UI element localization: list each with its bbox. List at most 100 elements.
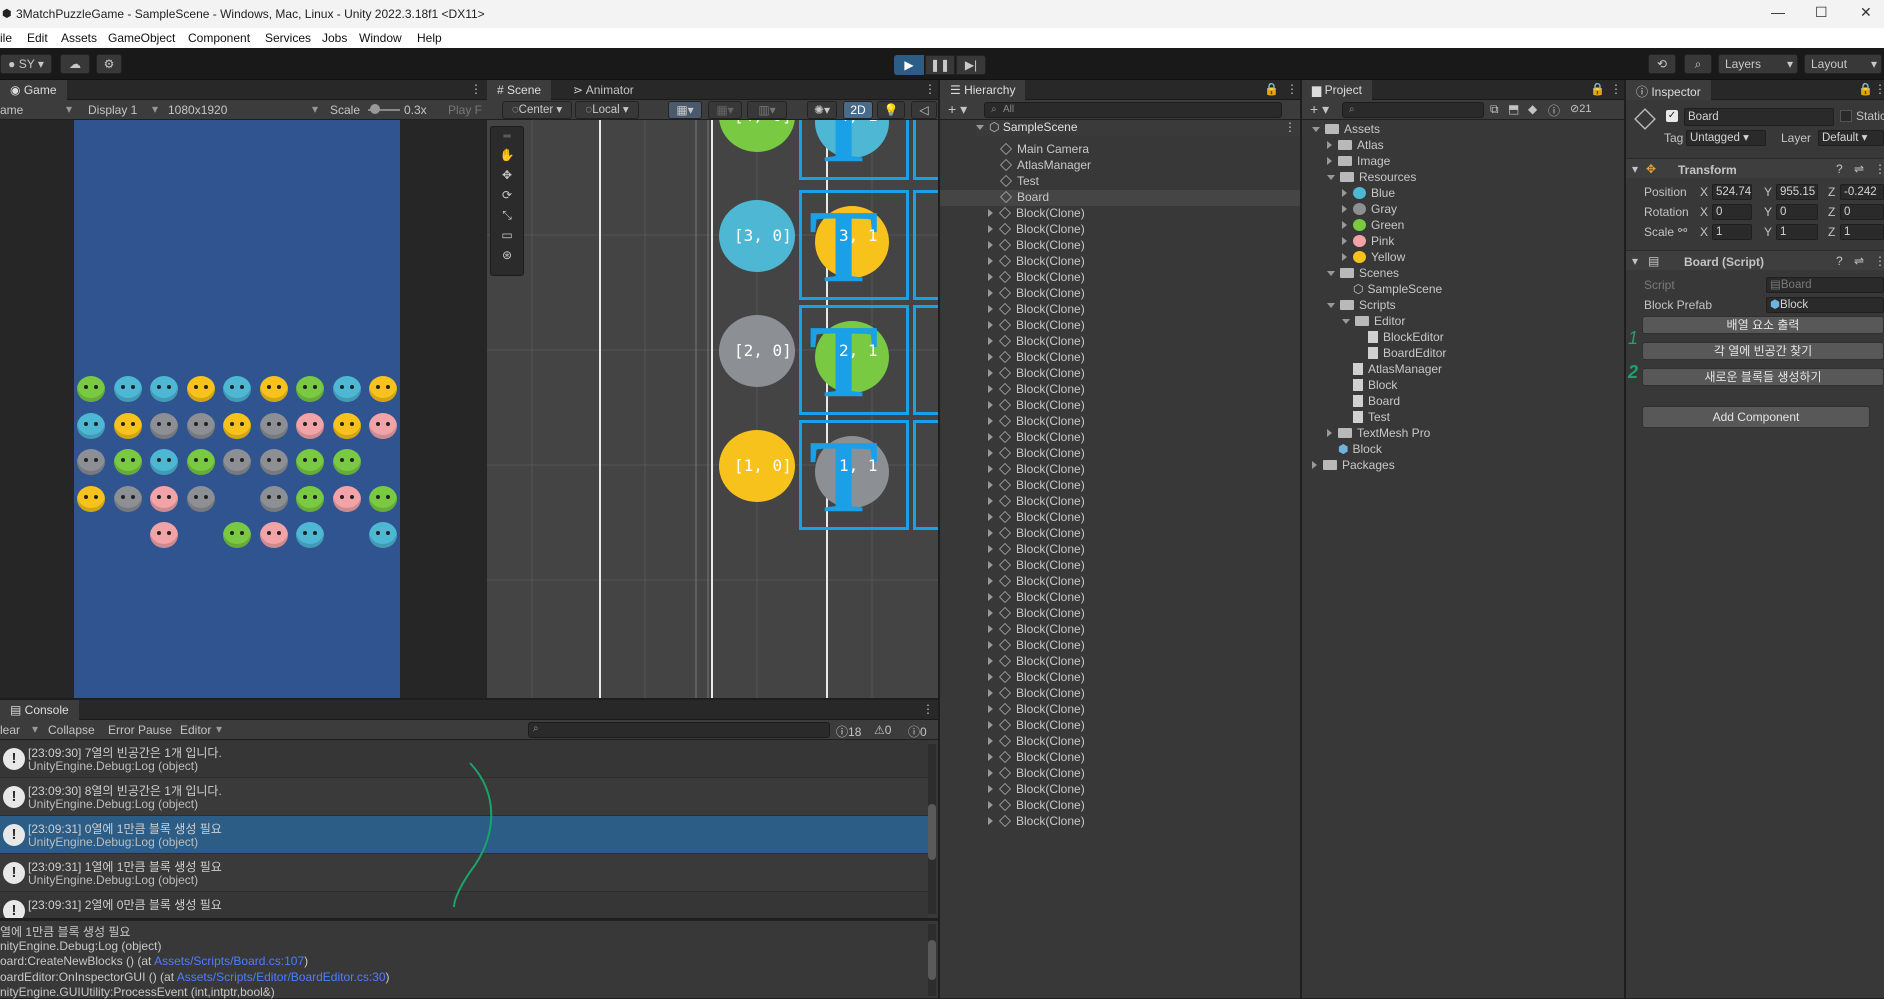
transform-header[interactable]: ▾ ✥ Transform ? ⇌ ⋮ bbox=[1626, 158, 1884, 178]
add-button[interactable]: + ▾ bbox=[948, 101, 967, 118]
hierarchy-block-clone[interactable]: Block(Clone) bbox=[988, 302, 1288, 318]
selection-box[interactable] bbox=[913, 420, 938, 530]
rotation-y-input[interactable]: 0 bbox=[1776, 204, 1818, 220]
settings-icon[interactable]: ⇌ bbox=[1854, 162, 1864, 176]
hierarchy-block-clone[interactable]: Block(Clone) bbox=[988, 206, 1288, 222]
maximize-button[interactable]: ☐ bbox=[1815, 4, 1828, 21]
project-item-editor[interactable]: Editor bbox=[1342, 314, 1624, 330]
hierarchy-block-clone[interactable]: Block(Clone) bbox=[988, 334, 1288, 350]
project-item-samplescene[interactable]: ⬡ SampleScene bbox=[1342, 282, 1624, 298]
expand-arrow-icon[interactable] bbox=[988, 369, 993, 377]
lock-icon[interactable]: 🔒 bbox=[1590, 82, 1605, 96]
expand-arrow-icon[interactable] bbox=[988, 305, 993, 313]
collapse-toggle[interactable]: Collapse bbox=[48, 723, 95, 737]
menu-window[interactable]: Window bbox=[359, 31, 402, 45]
console-detail-scrollbar[interactable] bbox=[928, 924, 936, 996]
more-icon[interactable]: ⋮ bbox=[1284, 120, 1296, 134]
expand-arrow-icon[interactable] bbox=[988, 769, 993, 777]
lock-icon[interactable]: 🔒 bbox=[1264, 82, 1279, 96]
project-item-gray[interactable]: Gray bbox=[1342, 202, 1624, 218]
scene-viewport[interactable]: ═ ✋ ✥ ⟳ ⤡ ▭ ⊛ [4, 0]T4, 1[3, 0]T3, 1[2, … bbox=[487, 120, 938, 698]
source-link[interactable]: Assets/Scripts/Board.cs:107 bbox=[154, 954, 304, 968]
hierarchy-block-clone[interactable]: Block(Clone) bbox=[988, 414, 1288, 430]
expand-arrow-icon[interactable] bbox=[1327, 271, 1335, 276]
hierarchy-block-clone[interactable]: Block(Clone) bbox=[988, 590, 1288, 606]
scale-x-input[interactable]: 1 bbox=[1712, 224, 1752, 240]
expand-arrow-icon[interactable] bbox=[988, 257, 993, 265]
static-checkbox[interactable] bbox=[1840, 110, 1852, 122]
hierarchy-block-clone[interactable]: Block(Clone) bbox=[988, 638, 1288, 654]
project-item-textmesh-pro[interactable]: TextMesh Pro bbox=[1327, 426, 1624, 442]
menu-edit[interactable]: Edit bbox=[27, 31, 48, 45]
expand-arrow-icon[interactable] bbox=[988, 417, 993, 425]
project-item-green[interactable]: Green bbox=[1342, 218, 1624, 234]
hierarchy-block-clone[interactable]: Block(Clone) bbox=[988, 286, 1288, 302]
hierarchy-block-clone[interactable]: Block(Clone) bbox=[988, 654, 1288, 670]
minimize-button[interactable]: — bbox=[1771, 4, 1785, 20]
find-empty-button[interactable]: 각 열에 빈공간 찾기 bbox=[1642, 342, 1884, 360]
expand-arrow-icon[interactable] bbox=[988, 817, 993, 825]
expand-arrow-icon[interactable] bbox=[988, 481, 993, 489]
expand-arrow-icon[interactable] bbox=[988, 753, 993, 761]
console-search-input[interactable]: ⌕ bbox=[528, 722, 830, 738]
hierarchy-block-clone[interactable]: Block(Clone) bbox=[988, 622, 1288, 638]
expand-arrow-icon[interactable] bbox=[1312, 127, 1320, 132]
play-focused-toggle[interactable]: Play F bbox=[448, 103, 482, 117]
hierarchy-block-clone[interactable]: Block(Clone) bbox=[988, 494, 1288, 510]
hierarchy-block-clone[interactable]: Block(Clone) bbox=[988, 686, 1288, 702]
block-prefab-field[interactable]: ⬢Block bbox=[1766, 297, 1884, 313]
scale-y-input[interactable]: 1 bbox=[1776, 224, 1818, 240]
chevron-down-icon[interactable]: ▾ bbox=[32, 722, 38, 736]
hierarchy-block-clone[interactable]: Block(Clone) bbox=[988, 702, 1288, 718]
hierarchy-search-input[interactable]: ⌕ All bbox=[984, 102, 1282, 118]
hierarchy-block-clone[interactable]: Block(Clone) bbox=[988, 798, 1288, 814]
hierarchy-block-clone[interactable]: Block(Clone) bbox=[988, 238, 1288, 254]
project-item-yellow[interactable]: Yellow bbox=[1342, 250, 1624, 266]
expand-arrow-icon[interactable] bbox=[1327, 141, 1332, 149]
lock-icon[interactable]: 🔒 bbox=[1858, 82, 1873, 96]
tag-dropdown[interactable]: Untagged ▾ bbox=[1686, 130, 1766, 146]
project-item-scenes[interactable]: Scenes bbox=[1327, 266, 1624, 282]
lighting-icon[interactable]: 💡 bbox=[877, 101, 905, 119]
hierarchy-block-clone[interactable]: Block(Clone) bbox=[988, 542, 1288, 558]
tab-scene[interactable]: # Scene bbox=[487, 80, 552, 100]
rect-tool-icon[interactable]: ▭ bbox=[495, 225, 519, 245]
expand-arrow-icon[interactable] bbox=[988, 625, 993, 633]
add-component-button[interactable]: Add Component bbox=[1642, 406, 1870, 428]
hierarchy-item[interactable]: Main Camera bbox=[1000, 142, 1300, 158]
expand-arrow-icon[interactable] bbox=[988, 209, 993, 217]
expand-arrow-icon[interactable] bbox=[1342, 205, 1347, 213]
project-item-board[interactable]: Board bbox=[1342, 394, 1624, 410]
hierarchy-block-clone[interactable]: Block(Clone) bbox=[988, 782, 1288, 798]
expand-arrow-icon[interactable] bbox=[988, 449, 993, 457]
menu-assets[interactable]: Assets bbox=[61, 31, 97, 45]
scale-slider-handle[interactable] bbox=[370, 104, 380, 114]
add-button[interactable]: + ▾ bbox=[1310, 101, 1329, 118]
project-item-atlas[interactable]: Atlas bbox=[1327, 138, 1624, 154]
source-link[interactable]: Assets/Scripts/Editor/BoardEditor.cs:30 bbox=[177, 970, 386, 984]
scene-filter-icon[interactable]: ⧉ bbox=[1490, 102, 1499, 117]
expand-arrow-icon[interactable] bbox=[988, 321, 993, 329]
project-item-image[interactable]: Image bbox=[1327, 154, 1624, 170]
project-item-boardeditor[interactable]: BoardEditor bbox=[1357, 346, 1624, 362]
tab-game[interactable]: ◉ Game bbox=[0, 80, 67, 100]
more-icon[interactable]: ⋮ bbox=[922, 702, 934, 716]
resolution-dropdown[interactable]: 1080x1920 bbox=[168, 103, 227, 117]
hierarchy-block-clone[interactable]: Block(Clone) bbox=[988, 670, 1288, 686]
history-icon[interactable]: ⟲ bbox=[1648, 54, 1676, 74]
game-mode-dropdown[interactable]: ame bbox=[0, 103, 23, 117]
expand-arrow-icon[interactable] bbox=[1327, 429, 1332, 437]
expand-arrow-icon[interactable] bbox=[988, 529, 993, 537]
expand-arrow-icon[interactable] bbox=[1342, 319, 1350, 324]
more-icon[interactable]: ⋮ bbox=[1286, 82, 1298, 96]
hierarchy-item[interactable]: Test bbox=[1000, 174, 1300, 190]
label-filter-icon[interactable]: ◆ bbox=[1528, 102, 1537, 116]
help-icon[interactable]: ? bbox=[1836, 162, 1843, 176]
collab-icon[interactable]: ⚙ bbox=[96, 54, 122, 74]
project-item-packages[interactable]: Packages bbox=[1312, 458, 1612, 474]
hierarchy-block-clone[interactable]: Block(Clone) bbox=[988, 734, 1288, 750]
expand-arrow-icon[interactable] bbox=[988, 545, 993, 553]
more-icon[interactable]: ⋮ bbox=[1610, 82, 1622, 96]
more-icon[interactable]: ⋮ bbox=[470, 82, 482, 96]
expand-arrow-icon[interactable] bbox=[988, 513, 993, 521]
